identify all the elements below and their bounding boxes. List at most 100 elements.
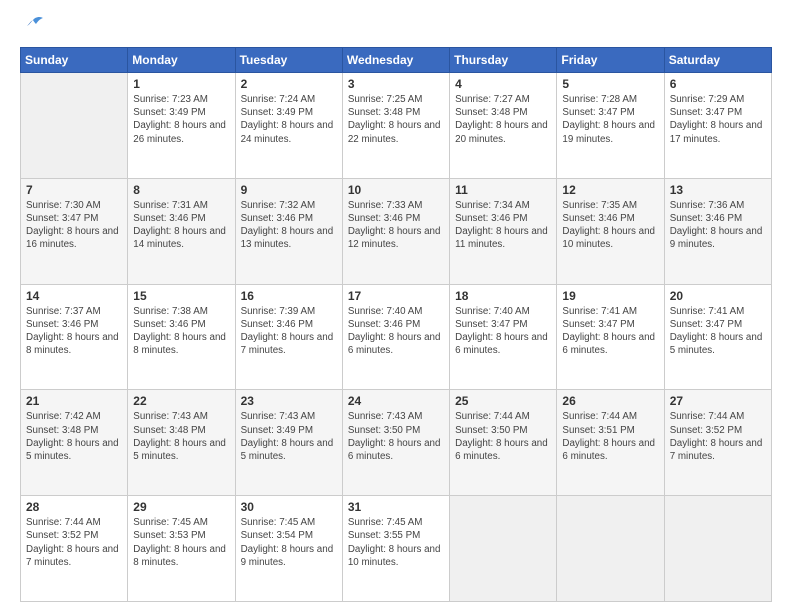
calendar-cell: 24 Sunrise: 7:43 AMSunset: 3:50 PMDayligh… <box>342 390 449 496</box>
day-number: 14 <box>26 289 122 303</box>
day-info: Sunrise: 7:28 AMSunset: 3:47 PMDaylight:… <box>562 93 658 146</box>
calendar-cell: 31 Sunrise: 7:45 AMSunset: 3:55 PMDayligh… <box>342 496 449 602</box>
calendar-cell: 18 Sunrise: 7:40 AMSunset: 3:47 PMDayligh… <box>450 284 557 390</box>
day-number: 5 <box>562 77 658 91</box>
day-info: Sunrise: 7:35 AMSunset: 3:46 PMDaylight:… <box>562 199 658 252</box>
day-number: 8 <box>133 183 229 197</box>
day-number: 18 <box>455 289 551 303</box>
calendar-cell <box>557 496 664 602</box>
day-number: 2 <box>241 77 337 91</box>
day-info: Sunrise: 7:31 AMSunset: 3:46 PMDaylight:… <box>133 199 229 252</box>
calendar-week-2: 14 Sunrise: 7:37 AMSunset: 3:46 PMDayligh… <box>21 284 772 390</box>
day-number: 22 <box>133 394 229 408</box>
day-number: 29 <box>133 500 229 514</box>
day-info: Sunrise: 7:37 AMSunset: 3:46 PMDaylight:… <box>26 305 122 358</box>
calendar-cell: 8 Sunrise: 7:31 AMSunset: 3:46 PMDaylight… <box>128 178 235 284</box>
day-info: Sunrise: 7:44 AMSunset: 3:52 PMDaylight:… <box>26 516 122 569</box>
calendar-week-1: 7 Sunrise: 7:30 AMSunset: 3:47 PMDaylight… <box>21 178 772 284</box>
calendar-cell: 21 Sunrise: 7:42 AMSunset: 3:48 PMDayligh… <box>21 390 128 496</box>
day-number: 26 <box>562 394 658 408</box>
day-number: 19 <box>562 289 658 303</box>
day-info: Sunrise: 7:38 AMSunset: 3:46 PMDaylight:… <box>133 305 229 358</box>
day-number: 23 <box>241 394 337 408</box>
calendar-cell: 20 Sunrise: 7:41 AMSunset: 3:47 PMDayligh… <box>664 284 771 390</box>
calendar-cell: 15Sunrise: 7:38 AMSunset: 3:46 PMDayligh… <box>128 284 235 390</box>
day-info: Sunrise: 7:44 AMSunset: 3:52 PMDaylight:… <box>670 410 766 463</box>
day-info: Sunrise: 7:32 AMSunset: 3:46 PMDaylight:… <box>241 199 337 252</box>
calendar-week-4: 28 Sunrise: 7:44 AMSunset: 3:52 PMDayligh… <box>21 496 772 602</box>
calendar-week-0: 1Sunrise: 7:23 AMSunset: 3:49 PMDaylight… <box>21 73 772 179</box>
day-number: 13 <box>670 183 766 197</box>
col-header-thursday: Thursday <box>450 48 557 73</box>
calendar-cell: 1Sunrise: 7:23 AMSunset: 3:49 PMDaylight… <box>128 73 235 179</box>
calendar-cell: 19 Sunrise: 7:41 AMSunset: 3:47 PMDayligh… <box>557 284 664 390</box>
day-info: Sunrise: 7:43 AMSunset: 3:49 PMDaylight:… <box>241 410 337 463</box>
day-number: 30 <box>241 500 337 514</box>
page: SundayMondayTuesdayWednesdayThursdayFrid… <box>0 0 792 612</box>
day-number: 10 <box>348 183 444 197</box>
day-number: 25 <box>455 394 551 408</box>
day-info: Sunrise: 7:36 AMSunset: 3:46 PMDaylight:… <box>670 199 766 252</box>
header <box>20 16 772 39</box>
day-number: 9 <box>241 183 337 197</box>
day-info: Sunrise: 7:29 AMSunset: 3:47 PMDaylight:… <box>670 93 766 146</box>
day-info: Sunrise: 7:45 AMSunset: 3:55 PMDaylight:… <box>348 516 444 569</box>
day-number: 28 <box>26 500 122 514</box>
col-header-friday: Friday <box>557 48 664 73</box>
day-number: 31 <box>348 500 444 514</box>
calendar-cell: 5 Sunrise: 7:28 AMSunset: 3:47 PMDaylight… <box>557 73 664 179</box>
calendar-cell: 29 Sunrise: 7:45 AMSunset: 3:53 PMDayligh… <box>128 496 235 602</box>
day-info: Sunrise: 7:45 AMSunset: 3:54 PMDaylight:… <box>241 516 337 569</box>
calendar-cell: 13 Sunrise: 7:36 AMSunset: 3:46 PMDayligh… <box>664 178 771 284</box>
day-number: 6 <box>670 77 766 91</box>
logo-bird-icon <box>22 16 44 39</box>
calendar-cell: 27Sunrise: 7:44 AMSunset: 3:52 PMDayligh… <box>664 390 771 496</box>
day-info: Sunrise: 7:30 AMSunset: 3:47 PMDaylight:… <box>26 199 122 252</box>
col-header-wednesday: Wednesday <box>342 48 449 73</box>
calendar-cell: 23 Sunrise: 7:43 AMSunset: 3:49 PMDayligh… <box>235 390 342 496</box>
calendar-cell: 6 Sunrise: 7:29 AMSunset: 3:47 PMDaylight… <box>664 73 771 179</box>
day-info: Sunrise: 7:33 AMSunset: 3:46 PMDaylight:… <box>348 199 444 252</box>
day-number: 21 <box>26 394 122 408</box>
day-number: 12 <box>562 183 658 197</box>
calendar-cell <box>450 496 557 602</box>
col-header-sunday: Sunday <box>21 48 128 73</box>
day-number: 24 <box>348 394 444 408</box>
day-info: Sunrise: 7:43 AMSunset: 3:48 PMDaylight:… <box>133 410 229 463</box>
day-number: 20 <box>670 289 766 303</box>
logo <box>20 16 44 39</box>
day-info: Sunrise: 7:39 AMSunset: 3:46 PMDaylight:… <box>241 305 337 358</box>
calendar-cell: 11Sunrise: 7:34 AMSunset: 3:46 PMDayligh… <box>450 178 557 284</box>
calendar-week-3: 21 Sunrise: 7:42 AMSunset: 3:48 PMDayligh… <box>21 390 772 496</box>
day-number: 4 <box>455 77 551 91</box>
calendar-cell: 17Sunrise: 7:40 AMSunset: 3:46 PMDayligh… <box>342 284 449 390</box>
day-info: Sunrise: 7:42 AMSunset: 3:48 PMDaylight:… <box>26 410 122 463</box>
day-info: Sunrise: 7:27 AMSunset: 3:48 PMDaylight:… <box>455 93 551 146</box>
calendar-cell <box>21 73 128 179</box>
day-number: 1 <box>133 77 229 91</box>
calendar-cell: 4 Sunrise: 7:27 AMSunset: 3:48 PMDaylight… <box>450 73 557 179</box>
calendar-cell: 7 Sunrise: 7:30 AMSunset: 3:47 PMDaylight… <box>21 178 128 284</box>
calendar-cell: 25 Sunrise: 7:44 AMSunset: 3:50 PMDayligh… <box>450 390 557 496</box>
calendar-cell: 12 Sunrise: 7:35 AMSunset: 3:46 PMDayligh… <box>557 178 664 284</box>
calendar-cell: 9 Sunrise: 7:32 AMSunset: 3:46 PMDaylight… <box>235 178 342 284</box>
calendar-header-row: SundayMondayTuesdayWednesdayThursdayFrid… <box>21 48 772 73</box>
day-info: Sunrise: 7:43 AMSunset: 3:50 PMDaylight:… <box>348 410 444 463</box>
day-info: Sunrise: 7:25 AMSunset: 3:48 PMDaylight:… <box>348 93 444 146</box>
day-info: Sunrise: 7:44 AMSunset: 3:50 PMDaylight:… <box>455 410 551 463</box>
day-number: 3 <box>348 77 444 91</box>
calendar-cell: 30 Sunrise: 7:45 AMSunset: 3:54 PMDayligh… <box>235 496 342 602</box>
calendar-cell: 22 Sunrise: 7:43 AMSunset: 3:48 PMDayligh… <box>128 390 235 496</box>
day-info: Sunrise: 7:44 AMSunset: 3:51 PMDaylight:… <box>562 410 658 463</box>
day-info: Sunrise: 7:40 AMSunset: 3:46 PMDaylight:… <box>348 305 444 358</box>
col-header-monday: Monday <box>128 48 235 73</box>
col-header-saturday: Saturday <box>664 48 771 73</box>
day-info: Sunrise: 7:41 AMSunset: 3:47 PMDaylight:… <box>562 305 658 358</box>
day-info: Sunrise: 7:41 AMSunset: 3:47 PMDaylight:… <box>670 305 766 358</box>
calendar-cell <box>664 496 771 602</box>
day-info: Sunrise: 7:45 AMSunset: 3:53 PMDaylight:… <box>133 516 229 569</box>
calendar-cell: 26 Sunrise: 7:44 AMSunset: 3:51 PMDayligh… <box>557 390 664 496</box>
day-info: Sunrise: 7:40 AMSunset: 3:47 PMDaylight:… <box>455 305 551 358</box>
day-number: 7 <box>26 183 122 197</box>
calendar-cell: 10 Sunrise: 7:33 AMSunset: 3:46 PMDayligh… <box>342 178 449 284</box>
